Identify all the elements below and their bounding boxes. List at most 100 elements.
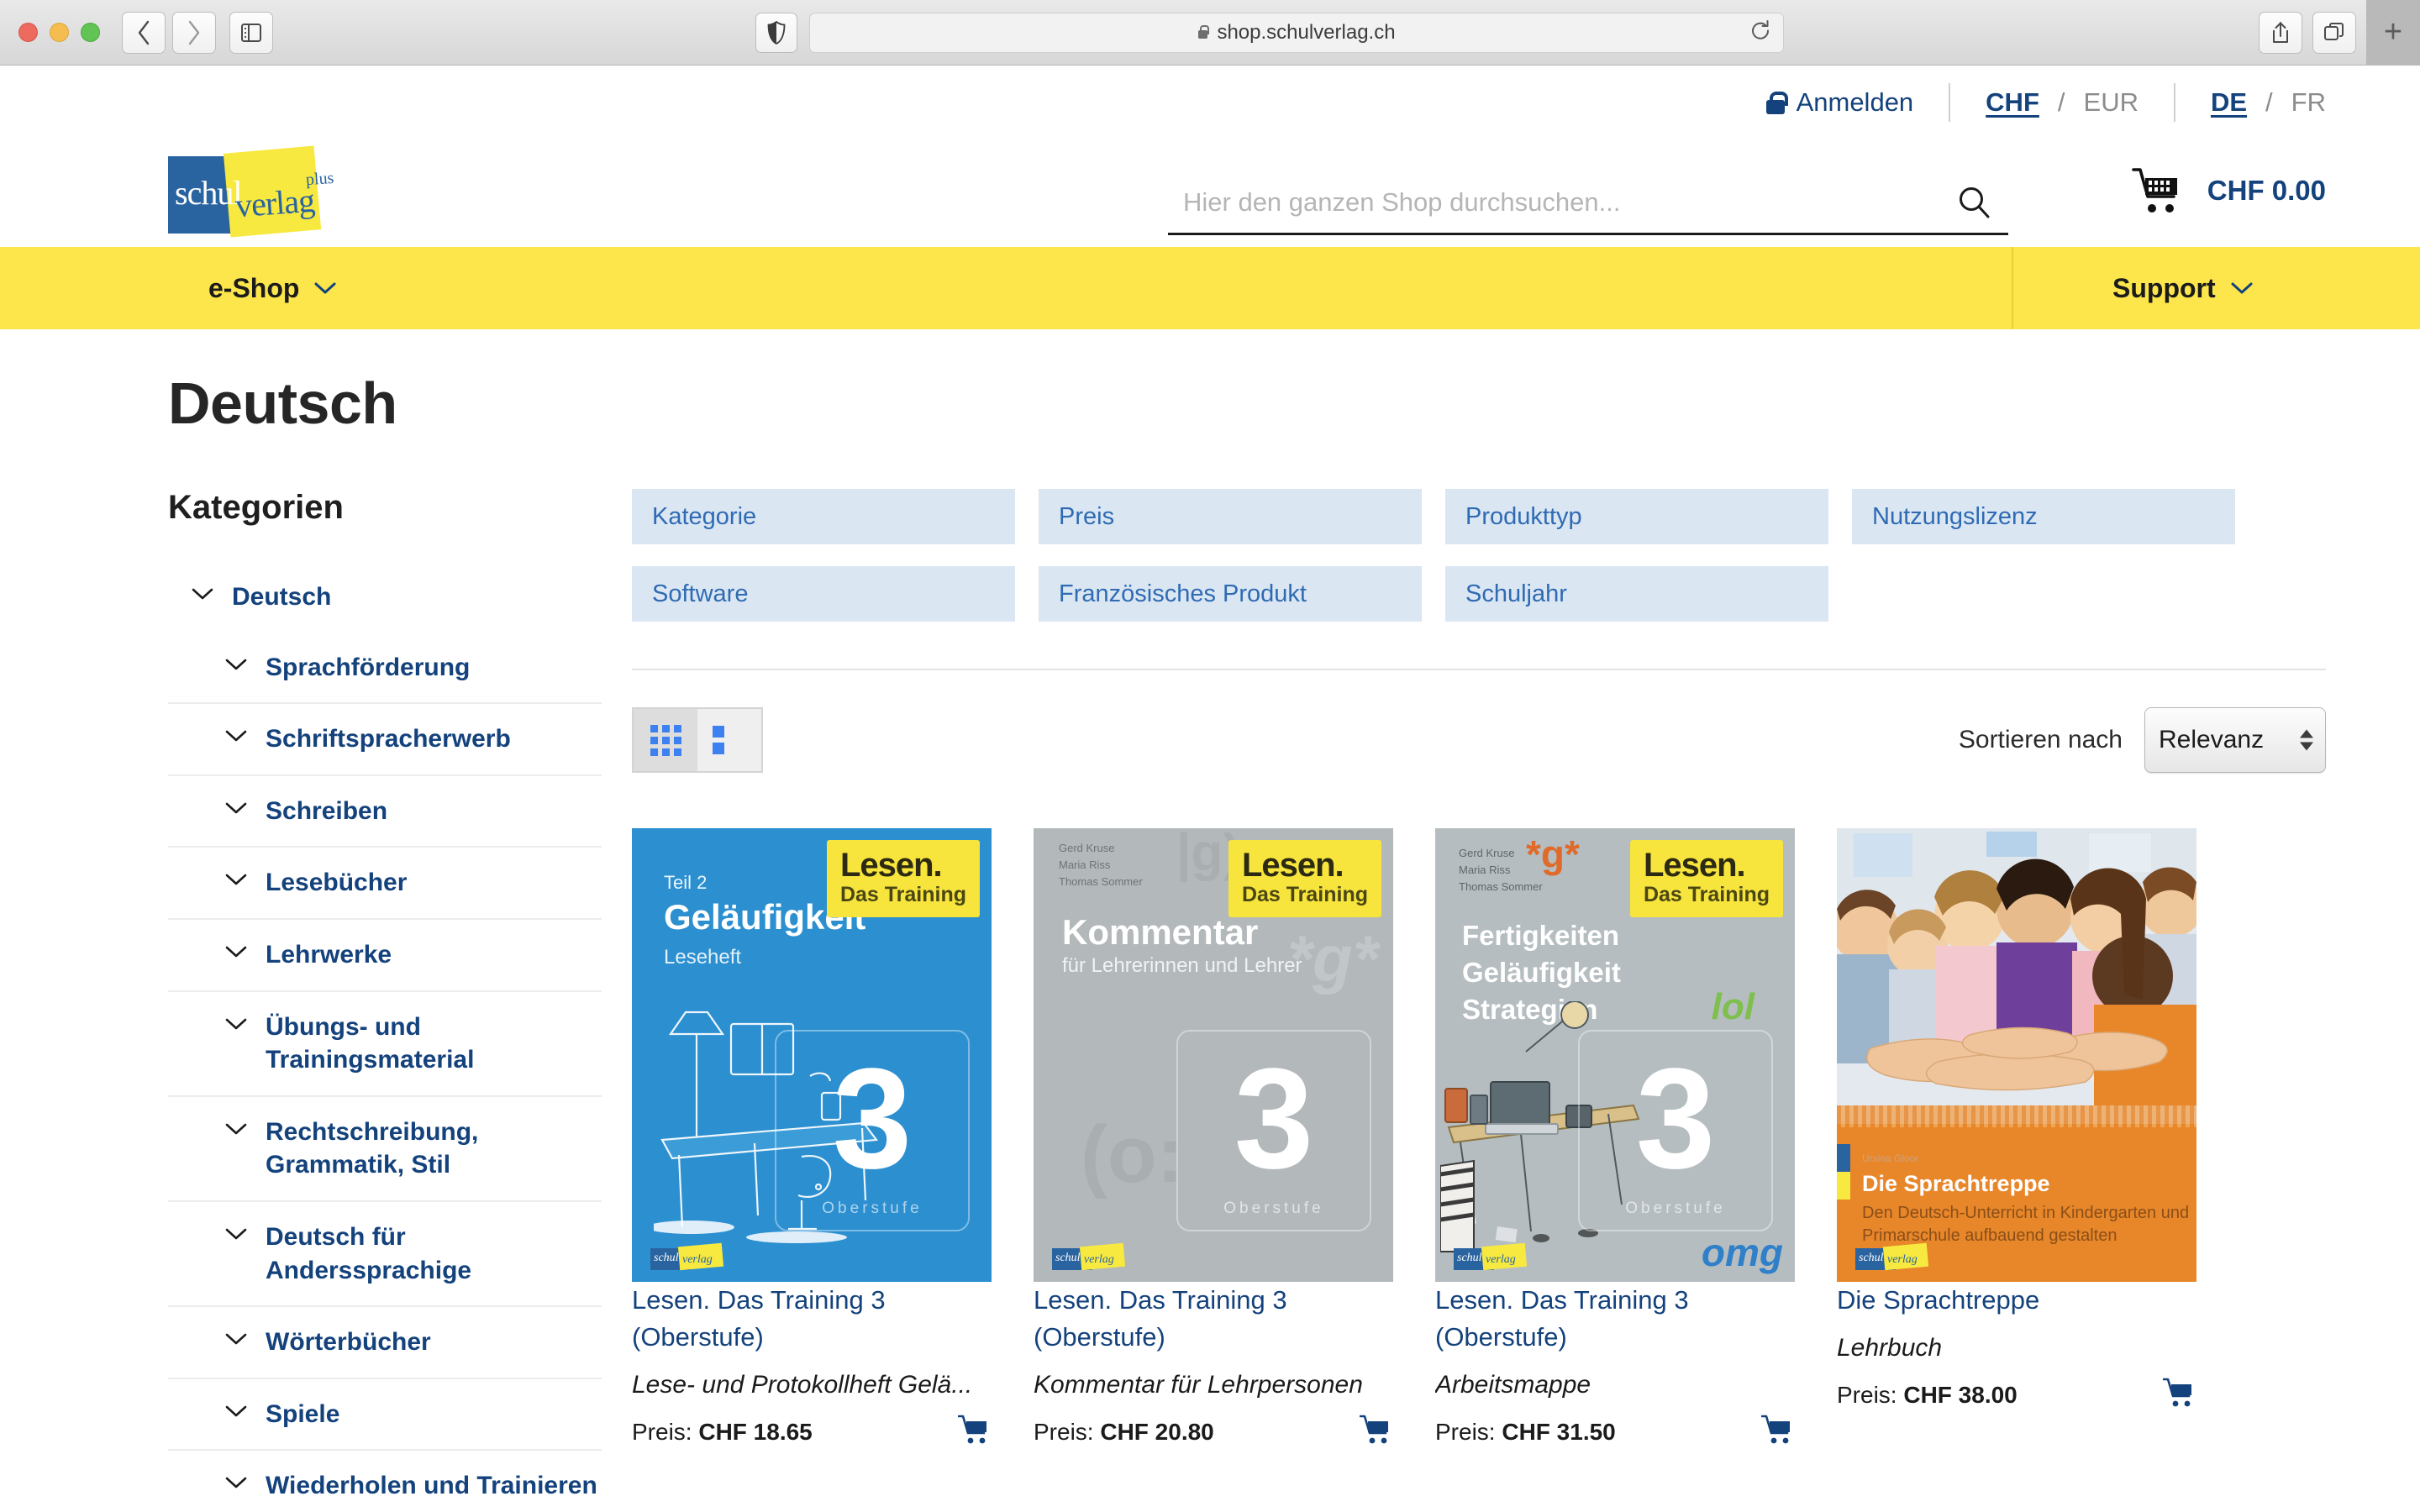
main-navigation: e-Shop Support [0, 247, 2420, 329]
toggle-sidebar-button[interactable] [229, 11, 273, 54]
forward-button[interactable] [172, 11, 216, 54]
add-to-cart-button[interactable] [957, 1415, 992, 1449]
filter-nutzungslizenz[interactable]: Nutzungslizenz [1852, 489, 2235, 544]
product-price: Preis: CHF 31.50 [1435, 1419, 1616, 1446]
cover-deco-lol: lol [1711, 986, 1754, 1027]
product-grid: Teil 2 Geläufigkeit Leseheft 3 Oberstufe… [632, 773, 2326, 1449]
product-card[interactable]: Teil 2 Geläufigkeit Leseheft 3 Oberstufe… [632, 828, 992, 1449]
sort-select[interactable]: Relevanz [2144, 707, 2326, 773]
signin-label: Anmelden [1796, 87, 1914, 117]
category-sidebar: Kategorien Deutsch Sprachförderung Schri… [168, 489, 602, 1512]
filter-schuljahr[interactable]: Schuljahr [1445, 566, 1828, 622]
cover-publisher-logo: schul verlag [1052, 1242, 1126, 1273]
add-to-cart-button[interactable] [1760, 1415, 1795, 1449]
minimize-window-button[interactable] [50, 23, 69, 42]
cover-series-badge: Lesen. Das Training [1228, 840, 1381, 917]
sidebar-item-woerterbuecher[interactable]: Wörterbücher [168, 1307, 602, 1379]
product-card[interactable]: Ursina Gloor Die Sprachtreppe Den Deutsc… [1837, 828, 2196, 1449]
site-logo[interactable]: schul verlag plus [168, 145, 334, 239]
sidebar-item-sprachfoerderung[interactable]: Sprachförderung [168, 633, 602, 705]
nav-item-eshop[interactable]: e-Shop [0, 273, 336, 304]
product-card[interactable]: |g) Gerd Kruse Maria Riss Thomas Sommer … [1034, 828, 1393, 1449]
search-input[interactable] [1168, 186, 1941, 218]
show-tab-overview-button[interactable] [2312, 11, 2356, 54]
product-cover-image[interactable]: Ursina Gloor Die Sprachtreppe Den Deutsc… [1837, 828, 2196, 1282]
product-title[interactable]: Die Sprachtreppe [1837, 1285, 2039, 1315]
product-cover-image[interactable]: *g* Gerd Kruse Maria Riss Thomas Sommer … [1435, 828, 1795, 1282]
nav-item-eshop-label: e-Shop [208, 272, 300, 303]
logo-text-verlag: verlag [234, 181, 316, 225]
cart-area[interactable]: CHF 0.00 [2131, 166, 2326, 215]
sidebar-item-lesebuecher[interactable]: Lesebücher [168, 848, 602, 920]
back-button[interactable] [122, 11, 166, 54]
currency-switcher: CHF / EUR [1986, 87, 2139, 118]
product-title[interactable]: Lesen. Das Training 3 (Oberstufe) [632, 1285, 886, 1352]
currency-slash: / [2057, 87, 2065, 117]
product-card[interactable]: *g* Gerd Kruse Maria Riss Thomas Sommer … [1435, 828, 1795, 1449]
cover-deco-g: *g* [1286, 921, 1378, 995]
cover-level: Oberstufe [1223, 1200, 1324, 1217]
sidebar-item-label: Spiele [266, 1399, 340, 1428]
list-view-icon [712, 726, 747, 754]
lock-icon [1197, 25, 1210, 39]
utility-bar: Anmelden CHF / EUR DE / FR [0, 66, 2420, 139]
product-listing: Kategorie Preis Produkttyp Nutzungslizen… [632, 489, 2326, 1512]
sidebar-item-deutsch-fuer-anderssprachige[interactable]: Deutsch für Anderssprachige [168, 1202, 602, 1308]
cover-side-flag [1837, 1144, 1850, 1200]
stepper-arrows-icon [2300, 729, 2313, 751]
maximize-window-button[interactable] [81, 23, 100, 42]
sidebar-item-deutsch[interactable]: Deutsch [168, 575, 602, 633]
share-button[interactable] [2259, 11, 2302, 54]
currency-eur-link[interactable]: EUR [2084, 87, 2139, 118]
search-submit-button[interactable] [1941, 185, 2008, 220]
language-de-link[interactable]: DE [2211, 87, 2247, 118]
sidebar-item-wiederholen-und-trainieren[interactable]: Wiederholen und Trainieren [168, 1451, 602, 1512]
language-fr-link[interactable]: FR [2291, 87, 2326, 118]
close-window-button[interactable] [18, 23, 38, 42]
cover-subheading: für Lehrerinnen und Lehrer [1062, 954, 1302, 977]
sidebar-item-lehrwerke[interactable]: Lehrwerke [168, 920, 602, 992]
sidebar-item-rechtschreibung[interactable]: Rechtschreibung, Grammatik, Stil [168, 1097, 602, 1202]
product-subtitle: Lehrbuch [1837, 1334, 1943, 1362]
language-slash: / [2265, 87, 2273, 117]
sidebar-item-schriftspracherwerb[interactable]: Schriftspracherwerb [168, 704, 602, 776]
listing-toolbar: Sortieren nach Relevanz [632, 670, 2326, 773]
price-label: Preis: [1034, 1418, 1094, 1445]
sidebar-item-label: Wörterbücher [266, 1328, 431, 1357]
privacy-report-button[interactable] [755, 12, 797, 53]
cover-text-block: Ursina Gloor Die Sprachtreppe Den Deutsc… [1862, 1152, 2196, 1247]
signin-link[interactable]: Anmelden [1765, 87, 1914, 118]
filter-preis[interactable]: Preis [1039, 489, 1422, 544]
sidebar-item-uebungsmaterial[interactable]: Übungs- und Trainingsmaterial [168, 992, 602, 1097]
chevron-right-icon [188, 20, 200, 45]
grid-view-button[interactable] [634, 709, 697, 771]
cover-heading: Die Sprachtreppe [1862, 1171, 2050, 1196]
new-tab-button[interactable]: + [2366, 0, 2420, 66]
cover-number: 3 [832, 1038, 913, 1199]
address-bar[interactable]: shop.schulverlag.ch [808, 12, 1784, 53]
cover-number: 3 [1234, 1038, 1314, 1199]
add-to-cart-button[interactable] [2162, 1378, 2196, 1412]
filter-franzoesisches-produkt[interactable]: Französisches Produkt [1039, 566, 1422, 622]
nav-item-support[interactable]: Support [2012, 247, 2420, 329]
filter-produkttyp[interactable]: Produkttyp [1445, 489, 1828, 544]
reload-button[interactable] [1749, 19, 1771, 45]
product-footer: Preis: CHF 31.50 [1435, 1415, 1795, 1449]
currency-chf-link[interactable]: CHF [1986, 87, 2039, 118]
cover-series-badge: Lesen. Das Training [826, 840, 980, 917]
sidebar-item-schreiben[interactable]: Schreiben [168, 776, 602, 848]
filter-software[interactable]: Software [632, 566, 1015, 622]
add-to-cart-button[interactable] [1359, 1415, 1393, 1449]
filter-kategorie[interactable]: Kategorie [632, 489, 1015, 544]
sidebar-item-label: Schriftspracherwerb [266, 725, 511, 753]
chevron-down-icon [2231, 282, 2253, 294]
product-title[interactable]: Lesen. Das Training 3 (Oberstufe) [1435, 1285, 1689, 1352]
utility-divider-1 [1949, 83, 1951, 122]
product-cover-image[interactable]: |g) Gerd Kruse Maria Riss Thomas Sommer … [1034, 828, 1393, 1282]
product-cover-image[interactable]: Teil 2 Geläufigkeit Leseheft 3 Oberstufe… [632, 828, 992, 1282]
sidebar-item-spiele[interactable]: Spiele [168, 1379, 602, 1452]
chevron-down-icon [225, 1017, 247, 1035]
product-title[interactable]: Lesen. Das Training 3 (Oberstufe) [1034, 1285, 1287, 1352]
list-view-button[interactable] [697, 709, 761, 771]
price-label: Preis: [1435, 1418, 1496, 1445]
